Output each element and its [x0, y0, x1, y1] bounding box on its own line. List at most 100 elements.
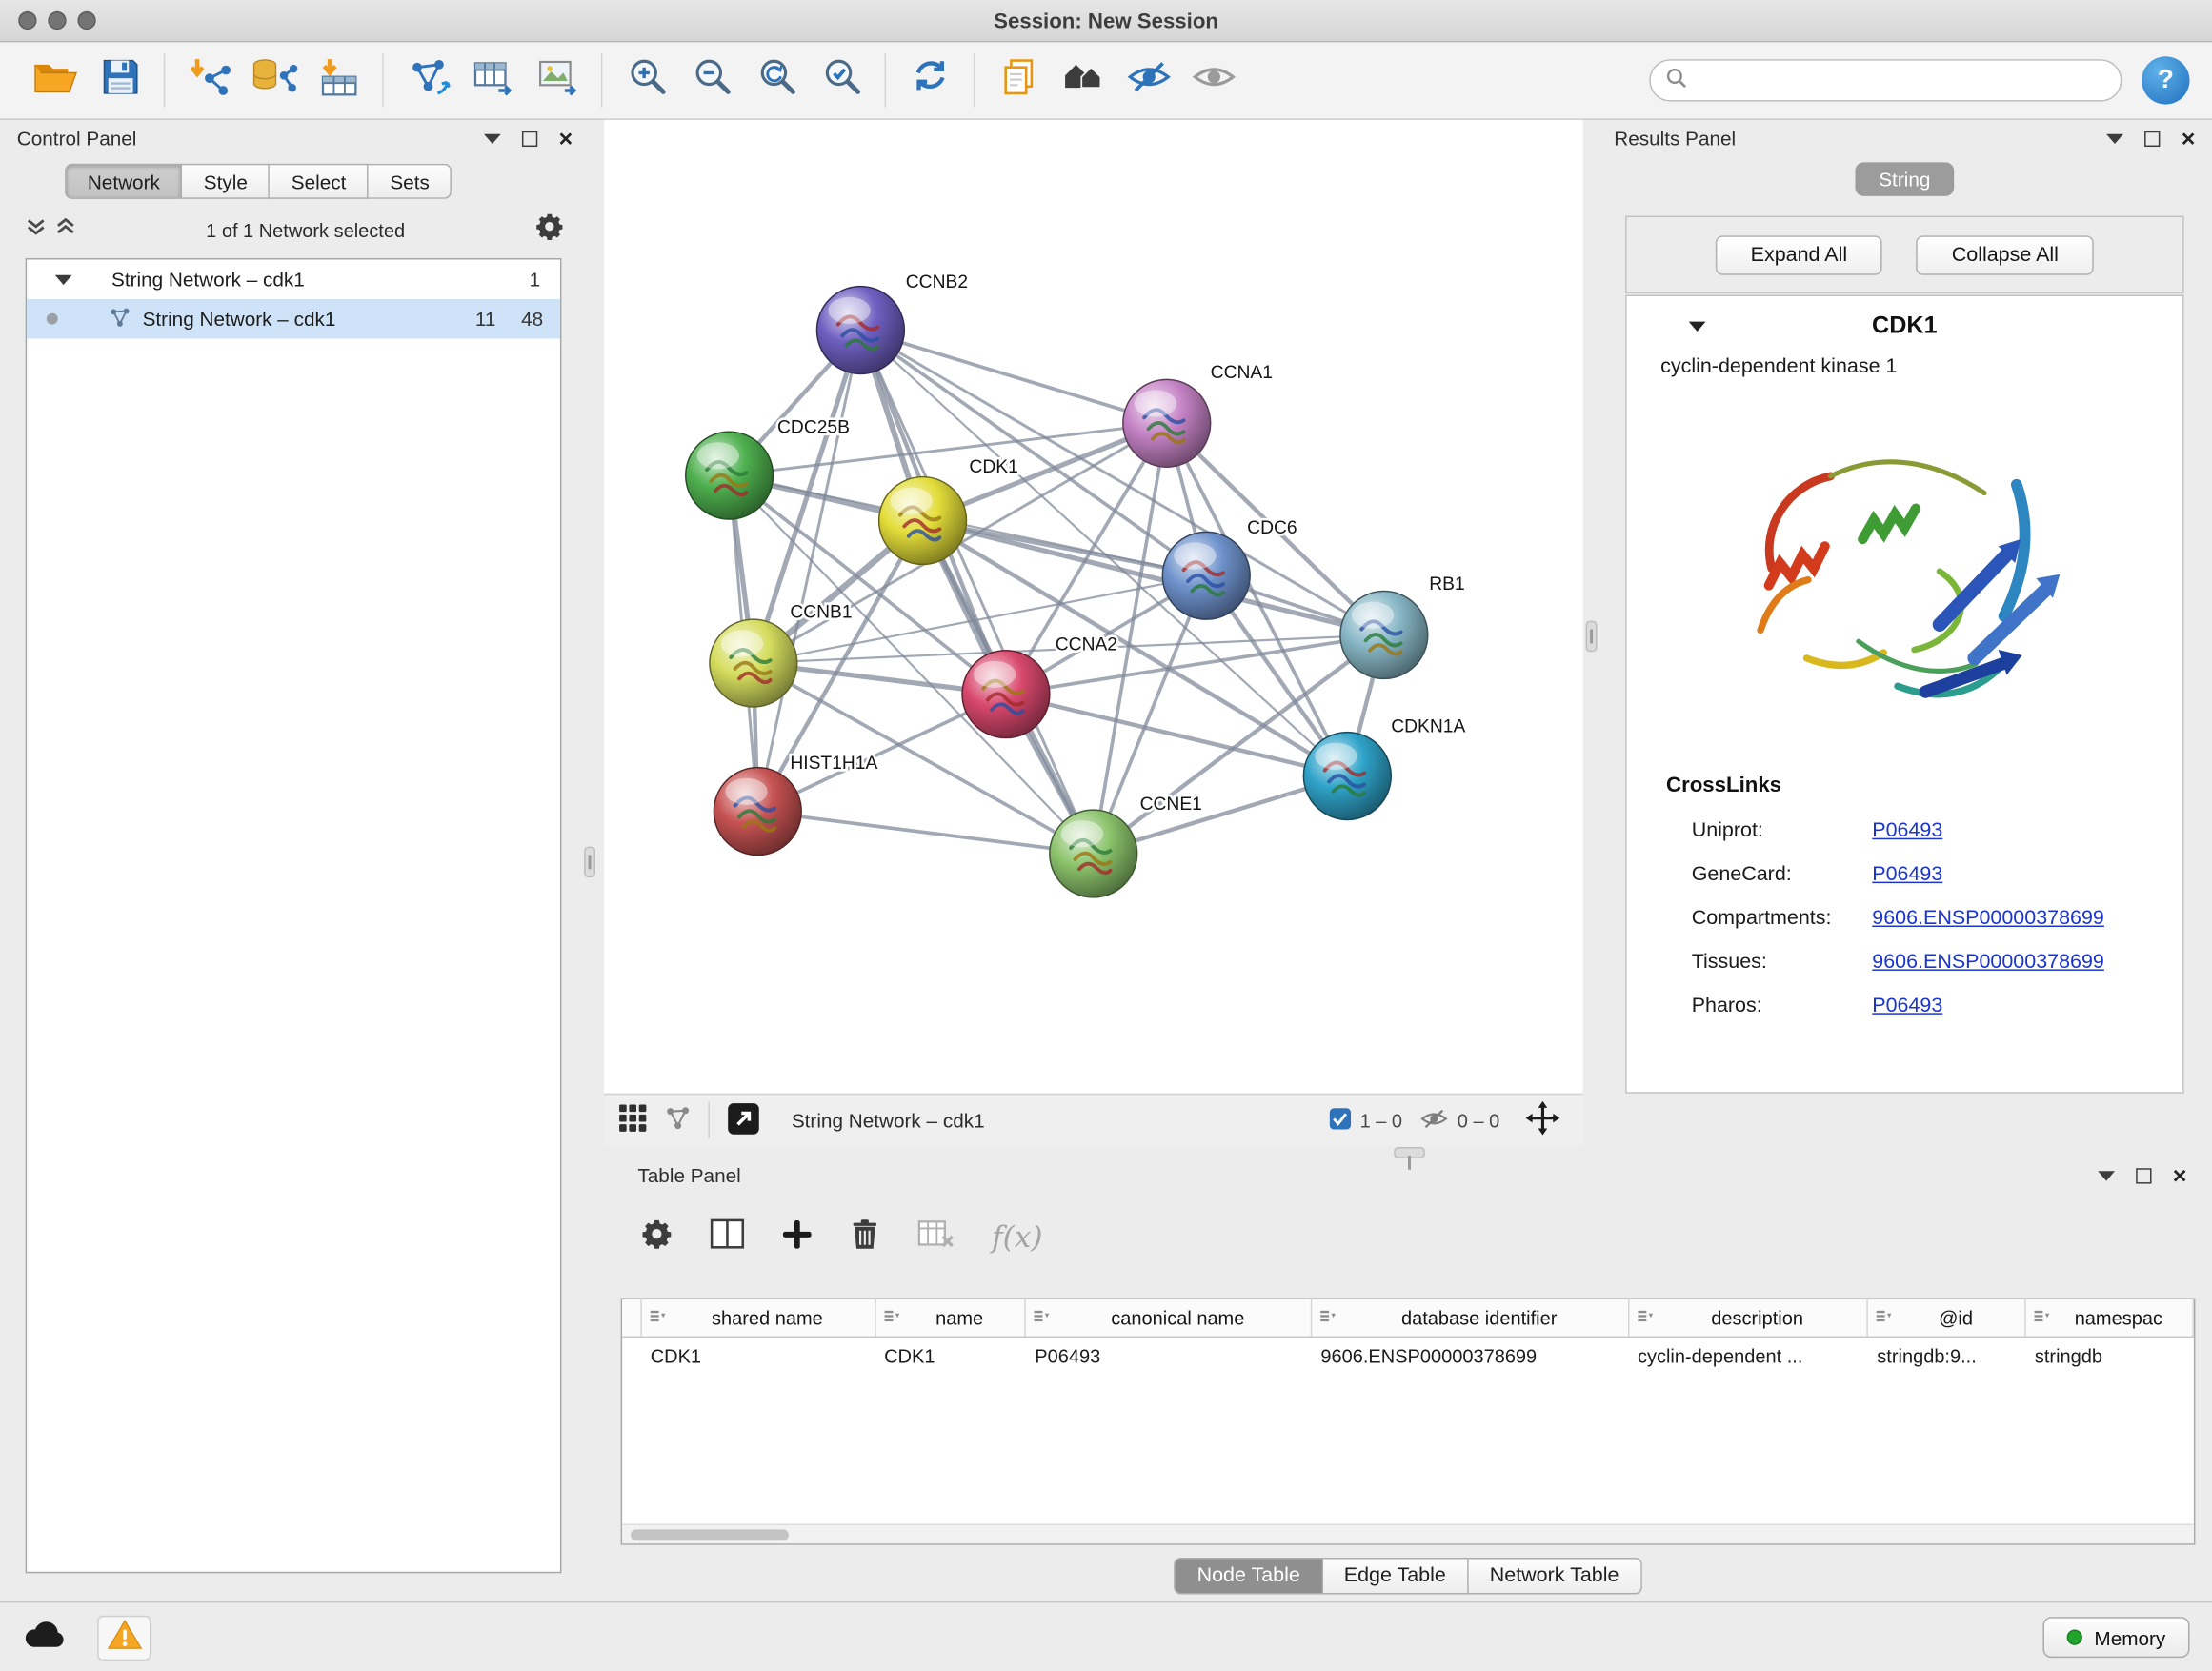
crosslink-link[interactable]: 9606.ENSP00000378699: [1872, 950, 2104, 973]
export-image-button[interactable]: [525, 48, 590, 112]
collection-disclosure-icon[interactable]: [55, 274, 72, 284]
grid-view-icon[interactable]: [618, 1103, 648, 1137]
open-session-button[interactable]: [23, 48, 88, 112]
pan-crosshair-icon[interactable]: [1525, 1100, 1560, 1139]
tab-select[interactable]: Select: [271, 164, 370, 199]
collapse-all-networks-icon[interactable]: [55, 216, 76, 245]
table-cell: CDK1: [642, 1345, 875, 1366]
open-in-window-icon[interactable]: [727, 1101, 761, 1139]
section-disclosure-icon[interactable]: [1689, 321, 1706, 331]
panel-maximize-icon[interactable]: [522, 131, 537, 146]
cloud-icon[interactable]: [23, 1618, 67, 1657]
question-mark-icon: ?: [2158, 65, 2174, 96]
crosslink-link[interactable]: 9606.ENSP00000378699: [1872, 907, 2104, 930]
zoom-fit-button[interactable]: [743, 48, 808, 112]
crosslink-link[interactable]: P06493: [1872, 863, 1942, 886]
tab-network[interactable]: Network: [65, 164, 182, 199]
column-header-canonical-name[interactable]: canonical name: [1026, 1299, 1312, 1337]
panel-float-icon[interactable]: [2106, 133, 2123, 143]
import-network-database-button[interactable]: [241, 48, 306, 112]
network-node-CDKN1A[interactable]: CDKN1A: [1303, 717, 1465, 820]
zoom-selected-button[interactable]: [809, 48, 874, 112]
protein-section-header[interactable]: CDK1: [1627, 296, 2183, 355]
eye-slash-gray-icon[interactable]: [1419, 1105, 1449, 1135]
table-cell: stringdb: [2026, 1345, 2194, 1366]
network-node-CDK1[interactable]: CDK1: [879, 457, 1018, 564]
save-session-button[interactable]: [88, 48, 152, 112]
crosslink-link[interactable]: P06493: [1872, 819, 1942, 842]
table-row[interactable]: CDK1CDK1P064939606.ENSP00000378699cyclin…: [622, 1338, 2194, 1375]
function-builder-button[interactable]: f(x): [992, 1220, 1042, 1255]
delete-column-icon-disabled[interactable]: [917, 1218, 955, 1257]
table-settings-gear-icon[interactable]: [640, 1218, 673, 1257]
network-edge[interactable]: [757, 331, 860, 812]
delete-trash-icon[interactable]: [850, 1217, 881, 1258]
table-header-row: shared namenamecanonical namedatabase id…: [622, 1299, 2194, 1338]
help-button[interactable]: ?: [2142, 56, 2189, 104]
network-node-HIST1H1A[interactable]: HIST1H1A: [714, 754, 877, 855]
crosslink-link[interactable]: P06493: [1872, 994, 1942, 1017]
memory-button[interactable]: Memory: [2043, 1617, 2189, 1658]
column-header-database-identifier[interactable]: database identifier: [1312, 1299, 1629, 1337]
tab-edge-table[interactable]: Edge Table: [1323, 1558, 1469, 1595]
warnings-button[interactable]: [97, 1615, 151, 1660]
panel-float-icon[interactable]: [2098, 1170, 2115, 1179]
hide-selected-button[interactable]: [1116, 48, 1180, 112]
splitter-handle[interactable]: [584, 847, 595, 878]
network-node-RB1[interactable]: RB1: [1340, 574, 1465, 678]
splitter-handle[interactable]: [1586, 621, 1598, 653]
scrollbar-thumb[interactable]: [631, 1529, 789, 1540]
network-edge[interactable]: [860, 331, 1093, 854]
crosslink-row: Compartments:9606.ENSP00000378699: [1627, 896, 2183, 939]
network-selection-status: 1 of 1 Network selected: [76, 219, 534, 240]
panel-close-icon[interactable]: ×: [2173, 1168, 2187, 1183]
new-table-button[interactable]: [460, 48, 525, 112]
import-table-button[interactable]: [306, 48, 371, 112]
sort-icon: [2033, 1307, 2050, 1328]
network-node-CCNA1[interactable]: CCNA1: [1123, 363, 1273, 467]
checkbox-blue-icon[interactable]: [1329, 1107, 1352, 1134]
copy-document-button[interactable]: [986, 48, 1051, 112]
panel-close-icon[interactable]: ×: [2182, 131, 2196, 146]
tab-node-table[interactable]: Node Table: [1175, 1558, 1323, 1595]
expand-all-button[interactable]: Expand All: [1716, 235, 1883, 274]
panel-float-icon[interactable]: [484, 133, 501, 143]
column-header-name[interactable]: name: [875, 1299, 1026, 1337]
network-node-CCNB2[interactable]: CCNB2: [816, 272, 968, 373]
network-collection-row[interactable]: String Network – cdk1 1: [27, 260, 560, 299]
column-header-description[interactable]: description: [1629, 1299, 1868, 1337]
home-view-button[interactable]: [1051, 48, 1116, 112]
new-network-button[interactable]: [395, 48, 460, 112]
network-node-CCNB1[interactable]: CCNB1: [710, 603, 853, 707]
column-header-shared-name[interactable]: shared name: [642, 1299, 875, 1337]
zoom-out-button[interactable]: [678, 48, 743, 112]
network-edge[interactable]: [860, 331, 1166, 424]
network-share-small-icon[interactable]: [665, 1105, 692, 1137]
panel-maximize-icon[interactable]: [2136, 1168, 2151, 1183]
gear-icon[interactable]: [534, 211, 564, 249]
column-header--id[interactable]: @id: [1868, 1299, 2026, 1337]
zoom-in-button[interactable]: [613, 48, 678, 112]
expand-all-networks-icon[interactable]: [26, 216, 47, 245]
add-column-plus-icon[interactable]: [781, 1218, 813, 1257]
network-node-CDC6[interactable]: CDC6: [1162, 518, 1297, 619]
show-all-button[interactable]: [1181, 48, 1246, 112]
show-columns-icon[interactable]: [710, 1218, 745, 1257]
tab-style[interactable]: Style: [183, 164, 271, 199]
network-row-selected[interactable]: String Network – cdk1 11 48: [27, 299, 560, 338]
current-network-name: String Network – cdk1: [792, 1109, 985, 1132]
panel-maximize-icon[interactable]: [2144, 131, 2160, 146]
refresh-view-button[interactable]: [897, 48, 962, 112]
network-edge[interactable]: [757, 812, 1093, 854]
column-header-namespac[interactable]: namespac: [2026, 1299, 2194, 1337]
tab-network-table[interactable]: Network Table: [1469, 1558, 1642, 1595]
network-canvas[interactable]: CCNB2CCNA1CDC25BCDK1CDC6RB1CCNB1CCNA2CDK…: [604, 120, 1583, 1094]
string-results-tab[interactable]: String: [1855, 162, 1955, 196]
collapse-all-button[interactable]: Collapse All: [1917, 235, 2094, 274]
table-horizontal-scrollbar[interactable]: [622, 1523, 2194, 1543]
search-input[interactable]: [1696, 70, 2106, 92]
panel-close-icon[interactable]: ×: [559, 131, 573, 146]
import-network-file-button[interactable]: [176, 48, 241, 112]
node-label: CDKN1A: [1391, 717, 1465, 737]
tab-sets[interactable]: Sets: [369, 164, 452, 199]
